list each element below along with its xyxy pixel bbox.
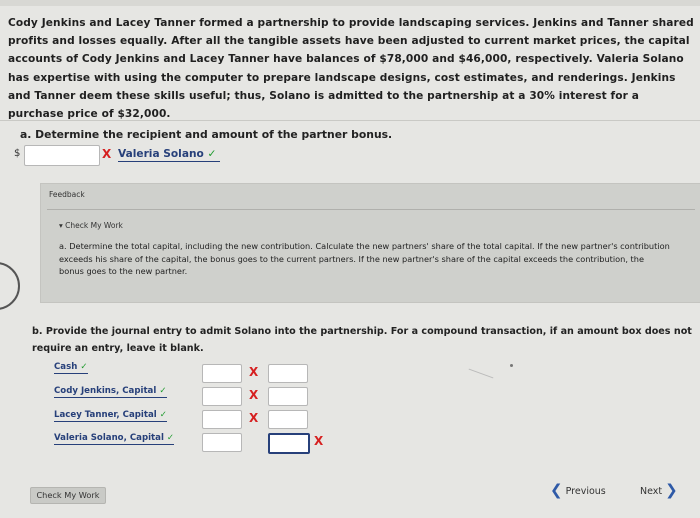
part-b-label: b. xyxy=(32,326,43,337)
account-name: Cash xyxy=(54,362,78,372)
amount-wrong-icon: X xyxy=(102,147,112,161)
part-a-label: a. xyxy=(20,128,32,141)
problem-statement: Cody Jenkins and Lacey Tanner formed a p… xyxy=(8,17,694,121)
part-a-question-text: Determine the recipient and amount of th… xyxy=(35,128,393,141)
account-select-valeria-solano-capital[interactable]: Valeria Solano, Capital ✓ xyxy=(54,433,175,445)
next-button[interactable]: Next ❯ xyxy=(640,480,678,499)
account-correct-icon: ✓ xyxy=(80,362,88,372)
tanner-debit-wrong-icon: X xyxy=(249,411,259,425)
part-a-answer-row: $ X Valeria Solano ✓ xyxy=(14,145,244,166)
tanner-credit-input[interactable] xyxy=(268,410,308,429)
feedback-title: Feedback xyxy=(49,190,85,199)
currency-symbol: $ xyxy=(14,148,21,159)
jenkins-debit-input[interactable] xyxy=(202,387,242,406)
cursor-dot xyxy=(510,364,513,367)
bonus-recipient-value: Valeria Solano xyxy=(118,148,204,160)
feedback-panel: Feedback ▾ Check My Work a. Determine th… xyxy=(40,183,700,303)
check-my-work-button[interactable]: Check My Work xyxy=(30,487,106,504)
solano-debit-input[interactable] xyxy=(202,433,242,452)
stray-mark xyxy=(468,368,494,379)
check-my-work-toggle[interactable]: ▾ Check My Work xyxy=(59,221,123,230)
tanner-debit-input[interactable] xyxy=(202,410,242,429)
jenkins-credit-input[interactable] xyxy=(268,387,308,406)
account-name: Lacey Tanner, Capital xyxy=(54,410,157,420)
bonus-amount-input[interactable] xyxy=(24,145,100,166)
account-select-lacey-tanner-capital[interactable]: Lacey Tanner, Capital ✓ xyxy=(54,410,167,422)
cash-credit-input[interactable] xyxy=(268,364,308,383)
bonus-recipient-select[interactable]: Valeria Solano ✓ xyxy=(118,148,221,162)
side-tab-handle[interactable] xyxy=(0,262,20,310)
cash-debit-wrong-icon: X xyxy=(249,365,259,379)
account-select-cash[interactable]: Cash ✓ xyxy=(54,362,88,374)
solano-credit-input[interactable] xyxy=(268,433,310,454)
feedback-text: a. Determine the total capital, includin… xyxy=(59,241,670,276)
previous-button[interactable]: ❮ Previous xyxy=(550,480,606,499)
cash-debit-input[interactable] xyxy=(202,364,242,383)
next-label: Next xyxy=(640,486,663,497)
chevron-right-icon: ❯ xyxy=(665,481,678,499)
part-b-question: b. Provide the journal entry to admit So… xyxy=(32,323,692,357)
part-a-question: a. Determine the recipient and amount of… xyxy=(20,128,392,141)
feedback-divider xyxy=(47,209,695,210)
account-select-cody-jenkins-capital[interactable]: Cody Jenkins, Capital ✓ xyxy=(54,386,167,398)
account-correct-icon: ✓ xyxy=(159,410,167,420)
divider xyxy=(0,120,700,121)
recipient-correct-icon: ✓ xyxy=(207,148,217,160)
account-name: Valeria Solano, Capital xyxy=(54,433,164,443)
account-correct-icon: ✓ xyxy=(166,433,175,443)
solano-credit-wrong-icon: X xyxy=(314,434,324,448)
chevron-left-icon: ❮ xyxy=(550,481,563,499)
jenkins-debit-wrong-icon: X xyxy=(249,388,259,402)
top-strip xyxy=(0,0,700,6)
part-b-question-text: Provide the journal entry to admit Solan… xyxy=(32,326,692,354)
account-name: Cody Jenkins, Capital xyxy=(54,386,157,396)
account-correct-icon: ✓ xyxy=(159,386,167,396)
previous-label: Previous xyxy=(565,486,606,497)
